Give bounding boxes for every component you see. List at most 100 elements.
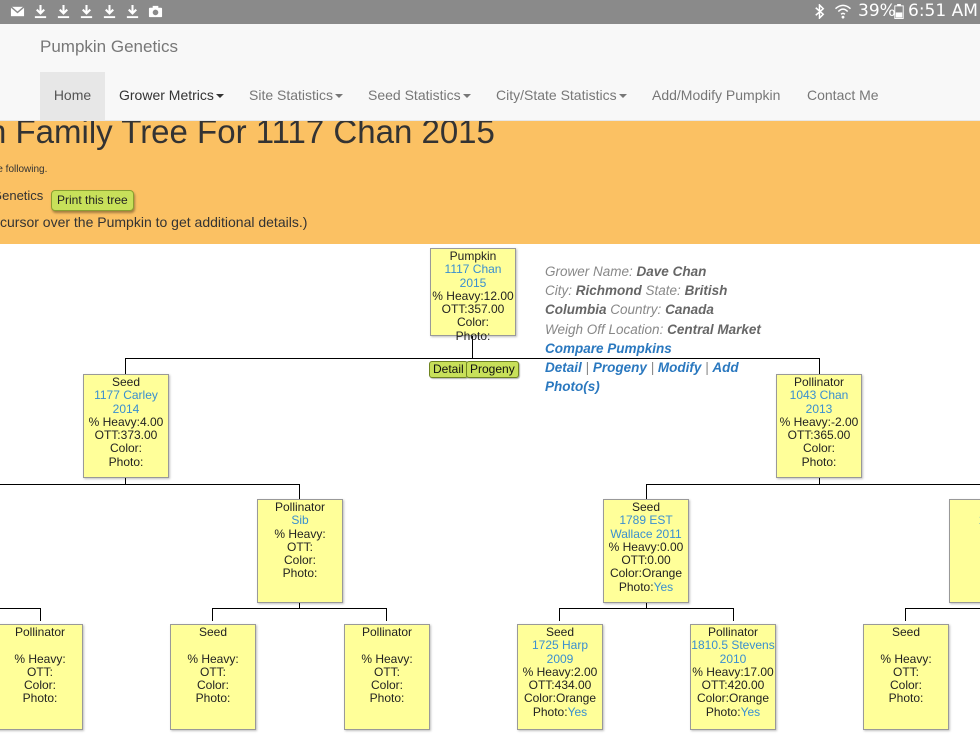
node-photo: Photo:	[22, 691, 58, 706]
node-photo: Photo:	[801, 454, 837, 469]
node-heavy: % Heavy:	[880, 651, 932, 666]
node-name-link[interactable]: 1789 EST	[604, 513, 688, 527]
node-name-link[interactable]: 1810.5 Stevens	[691, 638, 775, 652]
node-photo: Photo:Yes	[518, 705, 602, 719]
node-photo: Photo:	[369, 691, 405, 706]
node-photo-label: Photo:	[618, 579, 654, 594]
nav-grower-metrics[interactable]: Grower Metrics	[119, 72, 224, 120]
node-role: Pumpkin	[449, 249, 497, 263]
chevron-down-icon	[618, 94, 627, 99]
pollinator-node[interactable]: Pollinator % Heavy: OTT: Color: Photo:	[344, 624, 430, 730]
node-name-link[interactable]: 1725 Harp 2009	[518, 639, 602, 666]
banner-hint: cursor over the Pumpkin to get additiona…	[0, 214, 308, 230]
node-name-link[interactable]: Wallace 2011	[604, 527, 688, 541]
city-value: Richmond	[575, 283, 642, 299]
chevron-down-icon	[215, 94, 224, 99]
node-color: Color:	[283, 553, 316, 568]
node-role: Seed	[545, 625, 575, 639]
node-name-link[interactable]: 1117 Chan 2015	[431, 263, 515, 290]
brand-link[interactable]: Pumpkin Genetics	[40, 37, 178, 57]
banner-note: re following.	[0, 164, 48, 175]
nav-contact-me[interactable]: Contact Me	[807, 72, 879, 120]
node-name-empty	[171, 639, 255, 652]
node-name-link[interactable]: 2014	[84, 402, 168, 416]
header-banner: n Family Tree For 1117 Chan 2015 re foll…	[0, 121, 980, 244]
node-role: Pollinator	[793, 375, 845, 389]
nav-home-label: Home	[53, 87, 92, 103]
connector-line	[125, 358, 126, 374]
node-name-link[interactable]: 1177 Carley	[84, 388, 168, 402]
separator: |	[705, 360, 709, 376]
download-icon	[57, 4, 70, 19]
node-color: Color:	[196, 678, 229, 693]
pumpkin-info-panel: Grower Name: Dave Chan City: Richmond St…	[545, 262, 770, 396]
node-color: F	[950, 541, 980, 554]
node-photo: Photo:	[282, 566, 318, 581]
info-progeny-link[interactable]: Progeny	[593, 360, 647, 375]
node-ott: OTT:420.00	[701, 678, 765, 693]
node-name-link[interactable]: Sib	[258, 513, 342, 527]
country-label: Country:	[610, 302, 662, 318]
nav-home[interactable]: Home	[40, 72, 105, 120]
node-name-link[interactable]: 1043 Chan 2013	[777, 389, 861, 416]
banner-genetics-text: Genetics	[0, 188, 44, 203]
wifi-icon	[835, 4, 851, 19]
pollinator-node[interactable]: Pollinator Sib % Heavy: OTT: Color: Phot…	[257, 499, 343, 603]
photo-yes-link[interactable]: Yes	[568, 705, 588, 719]
nav-seed-statistics[interactable]: Seed Statistics	[368, 72, 471, 120]
connector-line	[40, 608, 41, 621]
connector-line	[819, 358, 820, 374]
node-role: Seed	[891, 625, 921, 639]
node-name-empty	[345, 639, 429, 652]
node-heavy: % Heavy:-2.00	[779, 414, 859, 429]
node-color: Color:	[23, 678, 56, 693]
node-name-empty	[0, 639, 82, 652]
seed-node[interactable]: Seed 1789 EST Wallace 2011 % Heavy:0.00 …	[603, 499, 689, 603]
info-detail-link[interactable]: Detail	[545, 360, 582, 375]
detail-button[interactable]: Detail	[429, 361, 468, 378]
node-color: Color:Orange	[696, 691, 770, 706]
node-heavy: % Heavy:	[14, 651, 66, 666]
nav-site-statistics[interactable]: Site Statistics	[249, 72, 344, 120]
seed-node[interactable]: Seed 1725 Harp 2009 % Heavy:2.00 OTT:434…	[517, 624, 603, 730]
nav-city-state-statistics[interactable]: City/State Statistics	[496, 72, 627, 120]
connector-line	[559, 608, 560, 621]
seed-node[interactable]: Seed % Heavy: OTT: Color: Photo:	[170, 624, 256, 730]
pollinator-node[interactable]: Pollinator % Heavy: OTT: Color: Photo:	[0, 624, 83, 730]
seed-node[interactable]: Seed % Heavy: OTT: Color: Photo:	[863, 624, 949, 730]
node-heavy: % Heavy:0.00	[608, 539, 684, 554]
nav-add-modify-pumpkin[interactable]: Add/Modify Pumpkin	[652, 72, 780, 120]
node-photo: Photo:	[195, 691, 231, 706]
separator: |	[585, 360, 590, 376]
connector-line	[386, 608, 387, 621]
battery-percent: 39%	[858, 1, 896, 21]
node-color: Color:	[889, 678, 922, 693]
node-role: Seed	[111, 375, 141, 389]
connector-line	[212, 608, 213, 621]
pollinator-node[interactable]: Po 1684 % F	[949, 499, 980, 603]
photo-yes-link[interactable]: Yes	[741, 705, 761, 719]
family-tree: Pumpkin 1117 Chan 2015 % Heavy:12.00 OTT…	[0, 244, 980, 735]
node-color: Color:	[370, 678, 403, 693]
node-role: Pollinator	[14, 625, 66, 639]
photo-yes-link[interactable]: Yes	[654, 580, 674, 594]
compare-pumpkins-link[interactable]: Compare Pumpkins	[545, 341, 672, 356]
node-ott: OTT:365.00	[787, 428, 851, 443]
nav-city-state-statistics-label: City/State Statistics	[496, 87, 617, 103]
pollinator-node[interactable]: Pollinator 1043 Chan 2013 % Heavy:-2.00 …	[776, 374, 862, 478]
connector-line	[646, 484, 647, 500]
node-role: Pollinator	[361, 625, 413, 639]
info-modify-link[interactable]: Modify	[658, 360, 702, 375]
node-ott: OTT:	[893, 664, 919, 679]
city-label: City:	[545, 283, 572, 299]
node-role: Pollinator	[274, 500, 326, 514]
pollinator-node[interactable]: Pollinator 1810.5 Stevens 2010 % Heavy:1…	[690, 624, 776, 730]
root-pumpkin-node[interactable]: Pumpkin 1117 Chan 2015 % Heavy:12.00 OTT…	[430, 248, 516, 343]
node-name-link[interactable]: 1684	[950, 513, 980, 527]
node-name-link[interactable]: 2010	[691, 652, 775, 666]
node-ott: OTT:	[200, 664, 226, 679]
print-tree-button[interactable]: Print this tree	[51, 190, 134, 211]
progeny-button[interactable]: Progeny	[466, 361, 519, 378]
seed-node[interactable]: Seed 1177 Carley 2014 % Heavy:4.00 OTT:3…	[83, 374, 169, 478]
node-role: Seed	[631, 500, 661, 514]
